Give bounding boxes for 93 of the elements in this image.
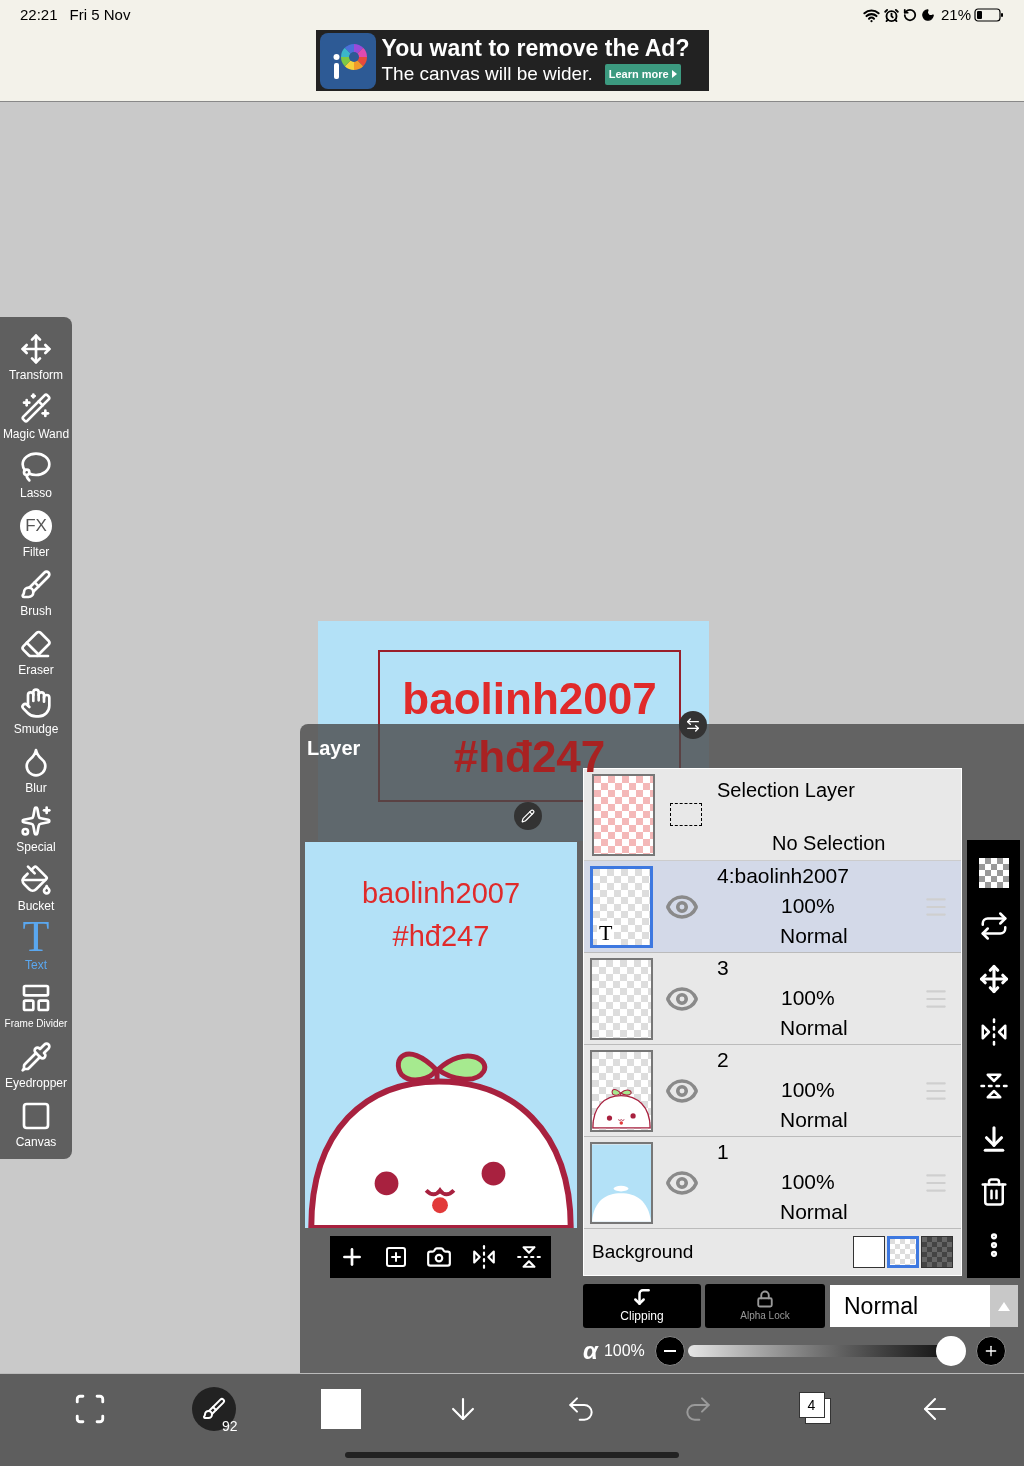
layer-blend-mode: Normal xyxy=(780,1199,848,1225)
layer-thumbnail[interactable]: T xyxy=(590,865,653,948)
fx-icon: FX xyxy=(20,510,52,542)
background-label: Background xyxy=(592,1239,694,1264)
ad-banner[interactable]: You want to remove the Ad? The canvas will be wider. Learn more xyxy=(315,30,709,91)
tool-button[interactable]: Special xyxy=(0,797,72,856)
checker-icon[interactable] xyxy=(978,857,1009,888)
lasso-icon xyxy=(20,451,52,483)
selection-marquee-icon xyxy=(670,803,702,826)
layer-thumbnail[interactable] xyxy=(590,1049,653,1132)
moon-icon xyxy=(920,8,935,22)
layer-opacity: 100% xyxy=(781,1077,835,1103)
battery-percent: 21% xyxy=(940,4,971,25)
text-tool-icon: T xyxy=(22,919,50,955)
status-time: 22:21 xyxy=(20,4,58,25)
app-logo-icon xyxy=(319,32,376,89)
alarm-icon xyxy=(883,7,899,23)
tool-button[interactable]: Eyedropper xyxy=(0,1033,72,1092)
increase-button[interactable] xyxy=(975,1336,1006,1366)
tool-button[interactable]: Eraser xyxy=(0,620,72,679)
tool-button[interactable]: Frame Divider xyxy=(0,974,72,1033)
text-layer-badge: T xyxy=(597,920,615,945)
canvas-text: baolinh2007 xyxy=(402,673,657,725)
battery-icon xyxy=(974,8,1004,22)
blend-mode-dropdown[interactable]: Normal xyxy=(830,1285,1018,1327)
tool-button[interactable]: Canvas xyxy=(0,1092,72,1151)
layer-blend-mode: Normal xyxy=(780,1107,848,1133)
decrease-button[interactable] xyxy=(654,1336,685,1366)
tool-button[interactable]: Magic Wand xyxy=(0,384,72,443)
flip-vertical-icon[interactable] xyxy=(515,1244,542,1270)
lock-icon xyxy=(756,1289,774,1308)
brush-icon xyxy=(20,569,52,601)
tool-button[interactable]: Lasso xyxy=(0,443,72,502)
rotation-lock-icon xyxy=(902,8,917,22)
layer-opacity: 100% xyxy=(781,893,835,919)
alpha-symbol: α xyxy=(583,1339,598,1363)
tool-button[interactable]: Bucket xyxy=(0,856,72,915)
selection-layer-name: Selection Layer xyxy=(717,778,855,803)
tool-button[interactable]: Brush xyxy=(0,561,72,620)
canvas-preview[interactable]: baolinh2007 #hđ247 xyxy=(305,842,577,1228)
status-date: Fri 5 Nov xyxy=(69,4,131,25)
slider-thumb[interactable] xyxy=(935,1336,966,1366)
eyedropper-icon xyxy=(20,1041,52,1073)
special-icon xyxy=(20,805,52,837)
layer-name: 4:baolinh2007 xyxy=(717,863,849,889)
transform-icon xyxy=(20,333,52,365)
layer-thumbnail[interactable] xyxy=(590,957,653,1040)
duplicate-layer-icon[interactable] xyxy=(383,1245,408,1269)
ad-title: You want to remove the Ad? xyxy=(381,35,690,62)
background-swatch[interactable] xyxy=(887,1236,919,1268)
brush-size-button[interactable]: 92 xyxy=(191,1387,236,1431)
eraser-icon xyxy=(20,628,52,660)
alpha-lock-button[interactable]: Alpha Lock xyxy=(705,1284,825,1328)
tool-button[interactable]: Smudge xyxy=(0,679,72,738)
preview-text: baolinh2007 xyxy=(361,876,520,911)
bucket-icon xyxy=(20,864,52,896)
background-swatch[interactable] xyxy=(853,1236,885,1268)
brush-icon xyxy=(201,1397,226,1421)
minus-icon xyxy=(663,1350,676,1352)
layer-opacity: 100% xyxy=(781,985,835,1011)
clipping-button[interactable]: Clipping xyxy=(583,1284,701,1328)
layer-name: 1 xyxy=(717,1139,729,1165)
swap-icon[interactable] xyxy=(978,910,1009,941)
camera-icon[interactable] xyxy=(426,1244,453,1270)
opacity-reading: 100% xyxy=(603,1341,645,1361)
background-swatch[interactable] xyxy=(921,1236,953,1268)
layer-thumbnail[interactable] xyxy=(590,1141,653,1224)
layer-name: 2 xyxy=(717,1047,729,1073)
clipping-arrow-icon xyxy=(632,1287,652,1307)
frame-icon xyxy=(20,982,52,1014)
double-arrow-icon xyxy=(685,717,701,733)
layer-blend-mode: Normal xyxy=(780,1015,848,1041)
ad-subtitle: The canvas will be wider. xyxy=(381,62,593,86)
opacity-slider[interactable] xyxy=(687,1336,966,1366)
layer-blend-mode: Normal xyxy=(780,923,848,949)
canvas-icon xyxy=(20,1100,52,1132)
flip-horizontal-icon[interactable] xyxy=(471,1244,498,1270)
layer-opacity: 100% xyxy=(781,1169,835,1195)
layer-name: 3 xyxy=(717,955,729,981)
layer-row[interactable]: T 4:baolinh2007 100% Normal xyxy=(584,861,961,953)
tool-button[interactable]: Transform xyxy=(0,325,72,384)
wand-icon xyxy=(20,392,52,424)
flip-vertical-icon[interactable] xyxy=(978,1070,1009,1101)
panel-title: Layer xyxy=(307,736,361,760)
tool-button[interactable]: Blur xyxy=(0,738,72,797)
move-icon[interactable] xyxy=(978,964,1009,995)
preview-text: #hđ247 xyxy=(392,919,490,954)
tool-button[interactable]: FX Filter xyxy=(0,502,72,561)
selection-status: No Selection xyxy=(772,831,886,856)
color-swatch[interactable] xyxy=(320,1389,361,1429)
pencil-icon xyxy=(521,809,535,823)
learn-more-button[interactable]: Learn more xyxy=(604,63,681,85)
wifi-icon xyxy=(862,6,880,24)
